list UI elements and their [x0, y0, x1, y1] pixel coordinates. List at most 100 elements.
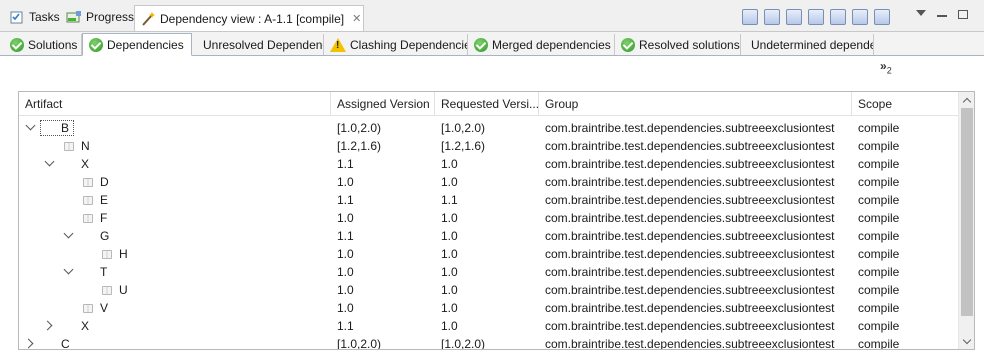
column-header-assigned-version[interactable]: Assigned Version: [331, 92, 435, 116]
assigned-version: 1.0: [337, 283, 354, 297]
ok-icon: [621, 37, 635, 52]
assigned-version: 1.0: [337, 301, 354, 315]
scope: compile: [858, 121, 900, 135]
group-id: com.braintribe.test.dependencies.subtree…: [545, 157, 835, 171]
chevron-down-icon[interactable]: [63, 228, 74, 239]
sub-tab-strip: Solutions Dependencies Unresolved Depend…: [0, 32, 984, 56]
assigned-version: [1.2,1.6): [337, 139, 382, 153]
ok-icon: [89, 37, 103, 52]
table-header: Artifact Assigned Version Requested Vers…: [19, 92, 958, 116]
table-row[interactable]: U 1.0 1.0 com.braintribe.test.dependenci…: [19, 281, 958, 299]
subtab-merged-dependencies[interactable]: Merged dependencies: [468, 34, 615, 55]
requested-version: 1.0: [441, 175, 458, 189]
toolbar-expand-icon[interactable]: [764, 9, 780, 25]
requested-version: [1.0,2.0): [441, 121, 486, 135]
scroll-up-icon[interactable]: [962, 97, 972, 107]
subtab-undetermined-dependencies[interactable]: Undetermined depende: [741, 34, 874, 55]
tab-progress[interactable]: Progress: [61, 6, 134, 28]
view-menu-icon[interactable]: [916, 10, 926, 16]
column-header-artifact[interactable]: Artifact: [19, 92, 331, 116]
table-row[interactable]: T 1.0 1.0 com.braintribe.test.dependenci…: [19, 263, 958, 281]
subtab-merged-label: Merged dependencies: [492, 37, 611, 52]
maximize-icon[interactable]: [958, 10, 968, 19]
subtab-resolved-solutions[interactable]: Resolved solutions: [615, 34, 741, 55]
vertical-scrollbar[interactable]: [958, 92, 974, 349]
artifact-name: E: [100, 193, 109, 207]
table-row[interactable]: X 1.1 1.0 com.braintribe.test.dependenci…: [19, 155, 958, 173]
chevron-down-icon[interactable]: [25, 120, 36, 131]
artifact-name: V: [100, 301, 109, 315]
ok-icon: [474, 37, 488, 52]
group-id: com.braintribe.test.dependencies.subtree…: [545, 139, 835, 153]
chevron-down-icon[interactable]: [63, 264, 74, 275]
overflow-count: 2: [886, 65, 892, 76]
artifact-name: N: [81, 139, 90, 153]
group-id: com.braintribe.test.dependencies.subtree…: [545, 301, 835, 315]
table-row[interactable]: H 1.0 1.0 com.braintribe.test.dependenci…: [19, 245, 958, 263]
requested-version: 1.0: [441, 247, 458, 261]
scope: compile: [858, 301, 900, 315]
scroll-down-icon[interactable]: [962, 335, 972, 345]
table-row[interactable]: B [1.0,2.0) [1.0,2.0) com.braintribe.tes…: [19, 119, 958, 137]
assigned-version: 1.0: [337, 211, 354, 225]
group-id: com.braintribe.test.dependencies.subtree…: [545, 175, 835, 189]
table-row[interactable]: G 1.1 1.0 com.braintribe.test.dependenci…: [19, 227, 958, 245]
toolbar-import-icon[interactable]: [786, 9, 802, 25]
subtab-unresolved-dependencies[interactable]: Unresolved Dependenc: [193, 34, 324, 55]
toolbar-filter-icon[interactable]: [808, 9, 824, 25]
table-row[interactable]: E 1.1 1.1 com.braintribe.test.dependenci…: [19, 191, 958, 209]
tasks-icon: [9, 9, 25, 25]
table-row[interactable]: V 1.0 1.0 com.braintribe.test.dependenci…: [19, 299, 958, 317]
group-id: com.braintribe.test.dependencies.subtree…: [545, 337, 835, 350]
chevron-down-icon[interactable]: [44, 156, 55, 167]
artifact-leaf-icon: [83, 178, 93, 187]
tab-overflow-button[interactable]: »2: [880, 59, 892, 75]
view-toolbar: [742, 9, 890, 25]
assigned-version: 1.1: [337, 319, 354, 333]
scope: compile: [858, 319, 900, 333]
subtab-solutions[interactable]: Solutions: [4, 34, 82, 55]
subtab-clashing-dependencies[interactable]: Clashing Dependencie: [324, 34, 468, 55]
assigned-version: [1.0,2.0): [337, 121, 382, 135]
column-header-requested-version[interactable]: Requested Versi...: [435, 92, 539, 116]
tab-tasks-label: Tasks: [29, 10, 60, 24]
artifact-leaf-icon: [83, 196, 93, 205]
subtab-dependencies-label: Dependencies: [107, 37, 184, 52]
group-id: com.braintribe.test.dependencies.subtree…: [545, 211, 835, 225]
assigned-version: 1.0: [337, 247, 354, 261]
scope: compile: [858, 265, 900, 279]
table-row[interactable]: C [1.0,2.0) [1.0,2.0) com.braintribe.tes…: [19, 335, 958, 350]
scope: compile: [858, 211, 900, 225]
group-id: com.braintribe.test.dependencies.subtree…: [545, 265, 835, 279]
toolbar-save-icon[interactable]: [830, 9, 846, 25]
chevron-right-icon[interactable]: [23, 338, 34, 349]
requested-version: 1.0: [441, 319, 458, 333]
toolbar-java-icon[interactable]: [742, 9, 758, 25]
progress-icon: [66, 9, 82, 25]
scrollbar-thumb[interactable]: [961, 108, 973, 316]
minimize-icon[interactable]: [937, 15, 947, 17]
scope: compile: [858, 175, 900, 189]
subtab-undetermined-label: Undetermined depende: [751, 37, 874, 52]
scope: compile: [858, 139, 900, 153]
tab-tasks[interactable]: Tasks: [4, 6, 60, 28]
tab-dependency-view[interactable]: Dependency view : A-1.1 [compile] ✕: [134, 5, 364, 31]
close-icon[interactable]: ✕: [352, 12, 361, 25]
subtab-dependencies[interactable]: Dependencies: [82, 33, 192, 56]
artifact-name: F: [100, 211, 108, 225]
toolbar-paste-icon[interactable]: [874, 9, 890, 25]
table-row[interactable]: D 1.0 1.0 com.braintribe.test.dependenci…: [19, 173, 958, 191]
toolbar-copy-icon[interactable]: [852, 9, 868, 25]
column-header-group[interactable]: Group: [539, 92, 852, 116]
scope: compile: [858, 337, 900, 350]
subtab-solutions-label: Solutions: [28, 37, 78, 52]
scope: compile: [858, 193, 900, 207]
table-row[interactable]: X 1.1 1.0 com.braintribe.test.dependenci…: [19, 317, 958, 335]
tab-progress-label: Progress: [86, 10, 135, 24]
column-header-scope[interactable]: Scope: [852, 92, 958, 116]
chevron-right-icon[interactable]: [42, 320, 53, 331]
table-row[interactable]: N [1.2,1.6) [1.2,1.6) com.braintribe.tes…: [19, 137, 958, 155]
overflow-chevron: »: [880, 59, 887, 73]
table-row[interactable]: F 1.0 1.0 com.braintribe.test.dependenci…: [19, 209, 958, 227]
group-id: com.braintribe.test.dependencies.subtree…: [545, 121, 835, 135]
